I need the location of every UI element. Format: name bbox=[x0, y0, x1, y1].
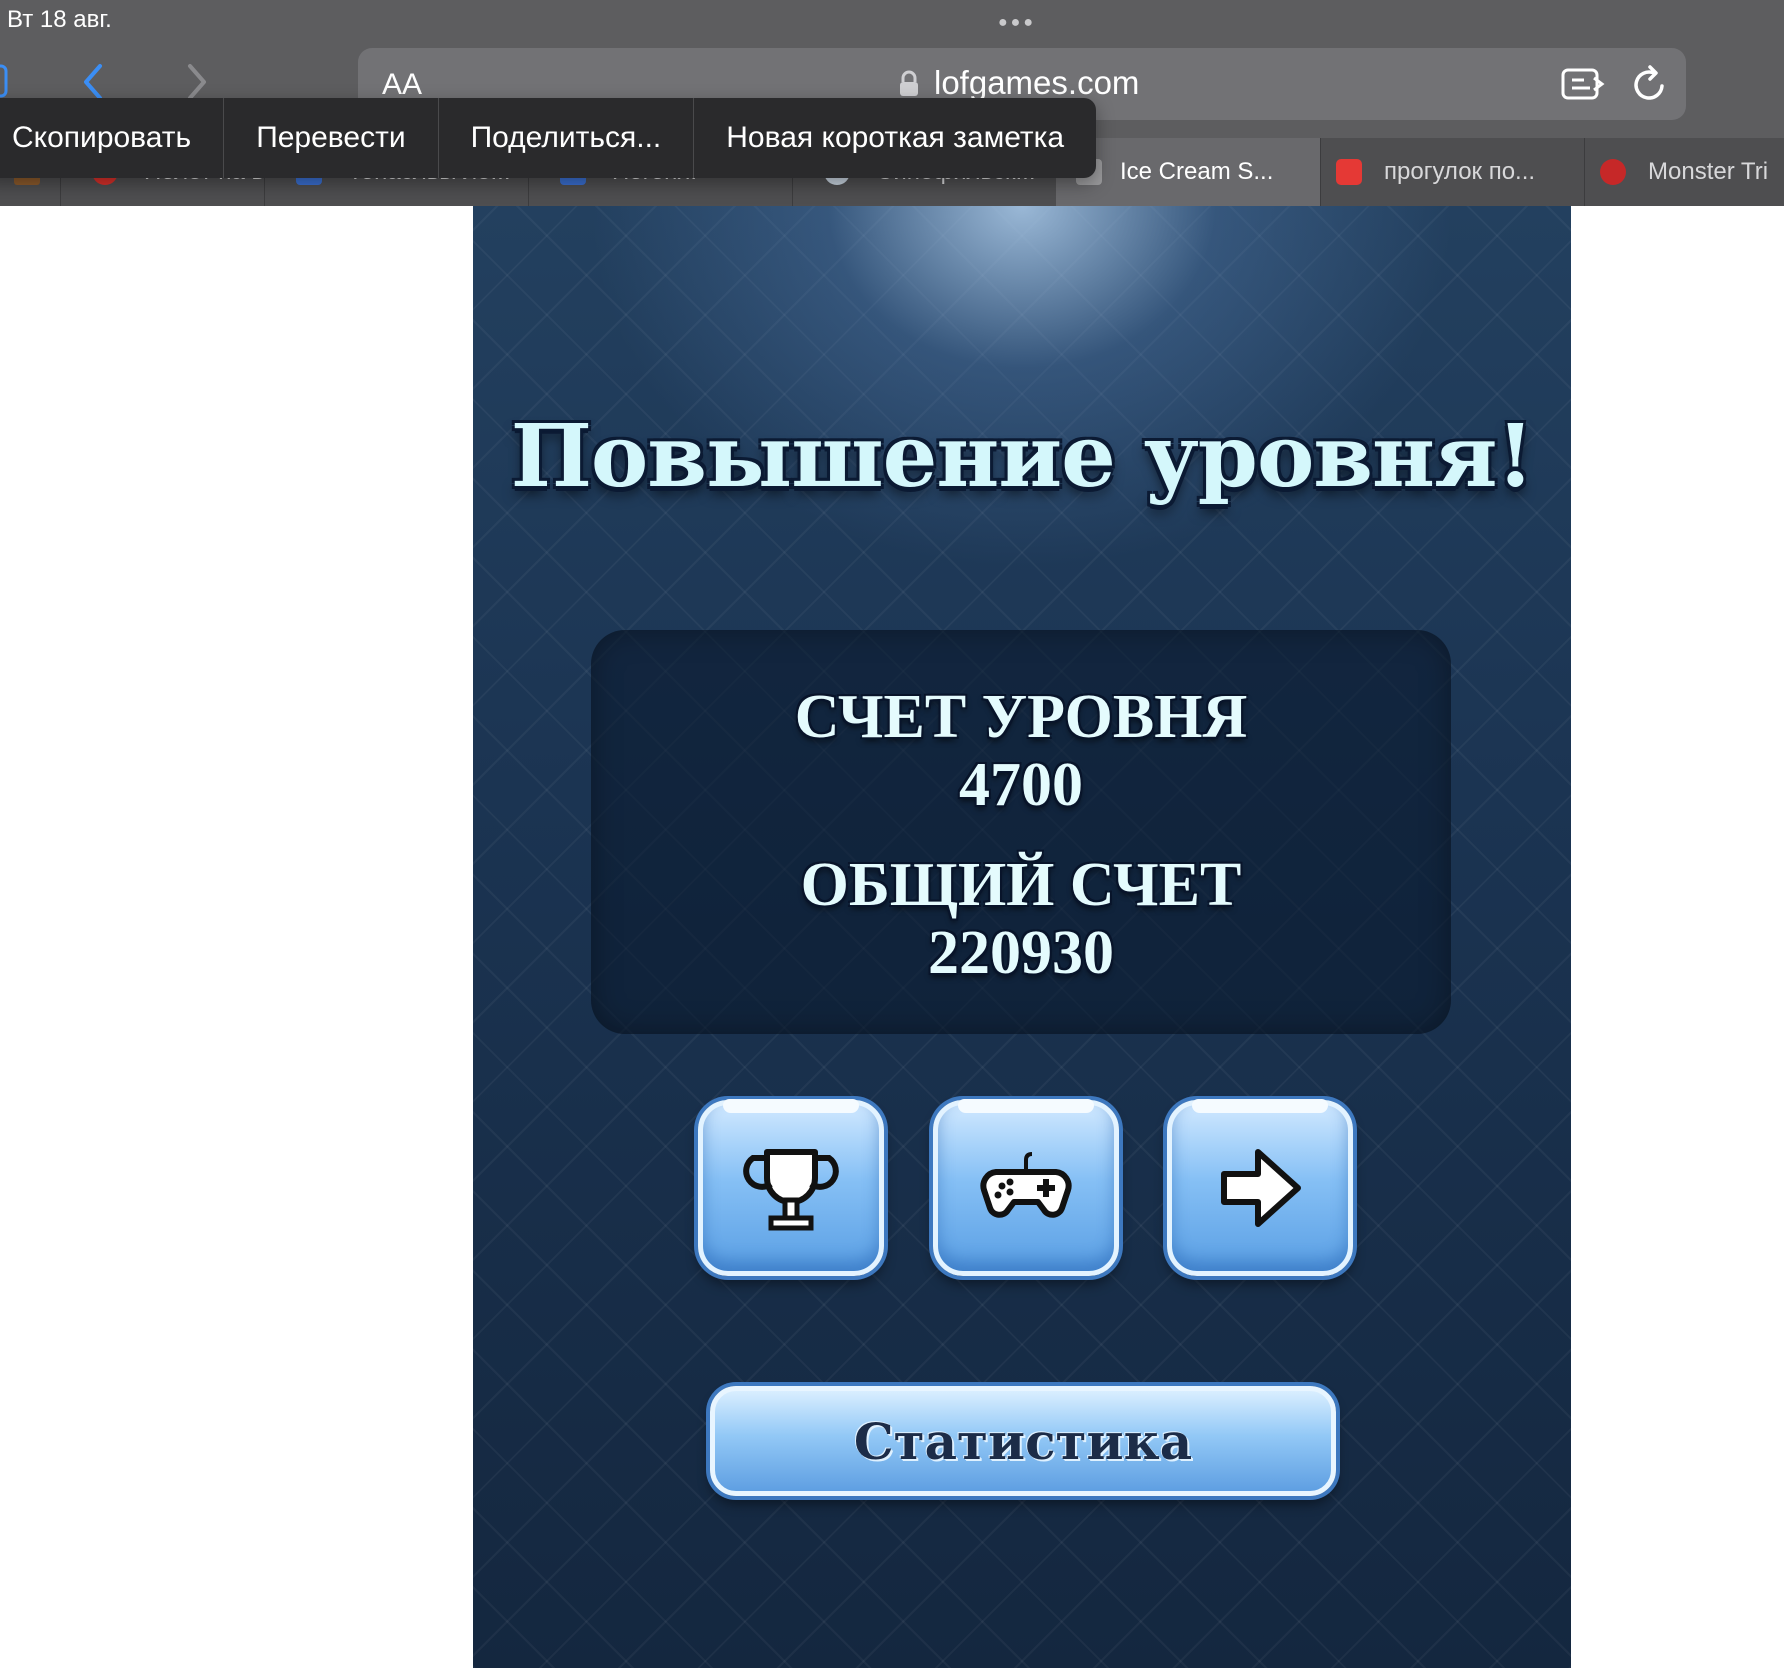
level-score-label: СЧЕТ УРОВНЯ bbox=[794, 683, 1248, 751]
reload-icon[interactable] bbox=[1630, 64, 1670, 104]
tab-label: Monster Tri bbox=[1648, 158, 1769, 185]
menu-item-share[interactable]: Поделиться... bbox=[439, 98, 695, 178]
menu-item-translate[interactable]: Перевести bbox=[224, 98, 439, 178]
tab-item[interactable]: Monster Tri bbox=[1584, 138, 1784, 206]
multitasking-dots-icon[interactable]: ●●● bbox=[998, 14, 1036, 32]
next-level-button[interactable] bbox=[1167, 1099, 1353, 1276]
statistics-button[interactable]: Статистика bbox=[710, 1386, 1336, 1496]
arrow-right-icon bbox=[1221, 1149, 1301, 1227]
total-score-value: 220930 bbox=[928, 919, 1114, 987]
button-frost bbox=[723, 1099, 859, 1113]
reader-mode-icon[interactable] bbox=[1560, 64, 1608, 104]
game-canvas[interactable]: Повышение уровня! СЧЕТ УРОВНЯ 4700 ОБЩИЙ… bbox=[473, 206, 1571, 1668]
tab-favicon-icon bbox=[1600, 159, 1626, 185]
browser-chrome: Вт 18 авг. ●●● AA lofgames.com Ice Cream… bbox=[0, 0, 1784, 206]
status-bar-date: Вт 18 авг. bbox=[7, 6, 112, 33]
button-frost bbox=[1192, 1099, 1328, 1113]
lock-icon bbox=[900, 70, 918, 96]
button-frost bbox=[958, 1099, 1094, 1113]
tab-label: Ice Cream S... bbox=[1120, 158, 1274, 185]
statistics-label: Статистика bbox=[853, 1411, 1193, 1471]
menu-item-copy[interactable]: Скопировать bbox=[0, 98, 225, 178]
level-score-value: 4700 bbox=[959, 751, 1083, 819]
menu-item-quick-note[interactable]: Новая короткая заметка bbox=[694, 98, 1096, 178]
url-text[interactable]: lofgames.com bbox=[934, 64, 1139, 102]
score-panel: СЧЕТ УРОВНЯ 4700 ОБЩИЙ СЧЕТ 220930 bbox=[591, 630, 1451, 1034]
tab-item[interactable]: прогулок по... bbox=[1320, 138, 1585, 206]
tab-favicon-icon bbox=[1336, 159, 1362, 185]
leaderboard-button[interactable] bbox=[698, 1099, 884, 1276]
context-menu: Скопировать Перевести Поделиться... Нова… bbox=[0, 98, 1097, 178]
tab-label: прогулок по... bbox=[1384, 158, 1536, 185]
total-score-label: ОБЩИЙ СЧЕТ bbox=[800, 851, 1242, 919]
text-size-label: AA bbox=[382, 68, 423, 101]
gamepad-icon bbox=[980, 1152, 1072, 1218]
trophy-icon bbox=[743, 1149, 839, 1231]
level-up-title: Повышение уровня! bbox=[510, 406, 1535, 507]
text-size-button[interactable]: AA bbox=[382, 68, 422, 102]
more-games-button[interactable] bbox=[933, 1099, 1119, 1276]
